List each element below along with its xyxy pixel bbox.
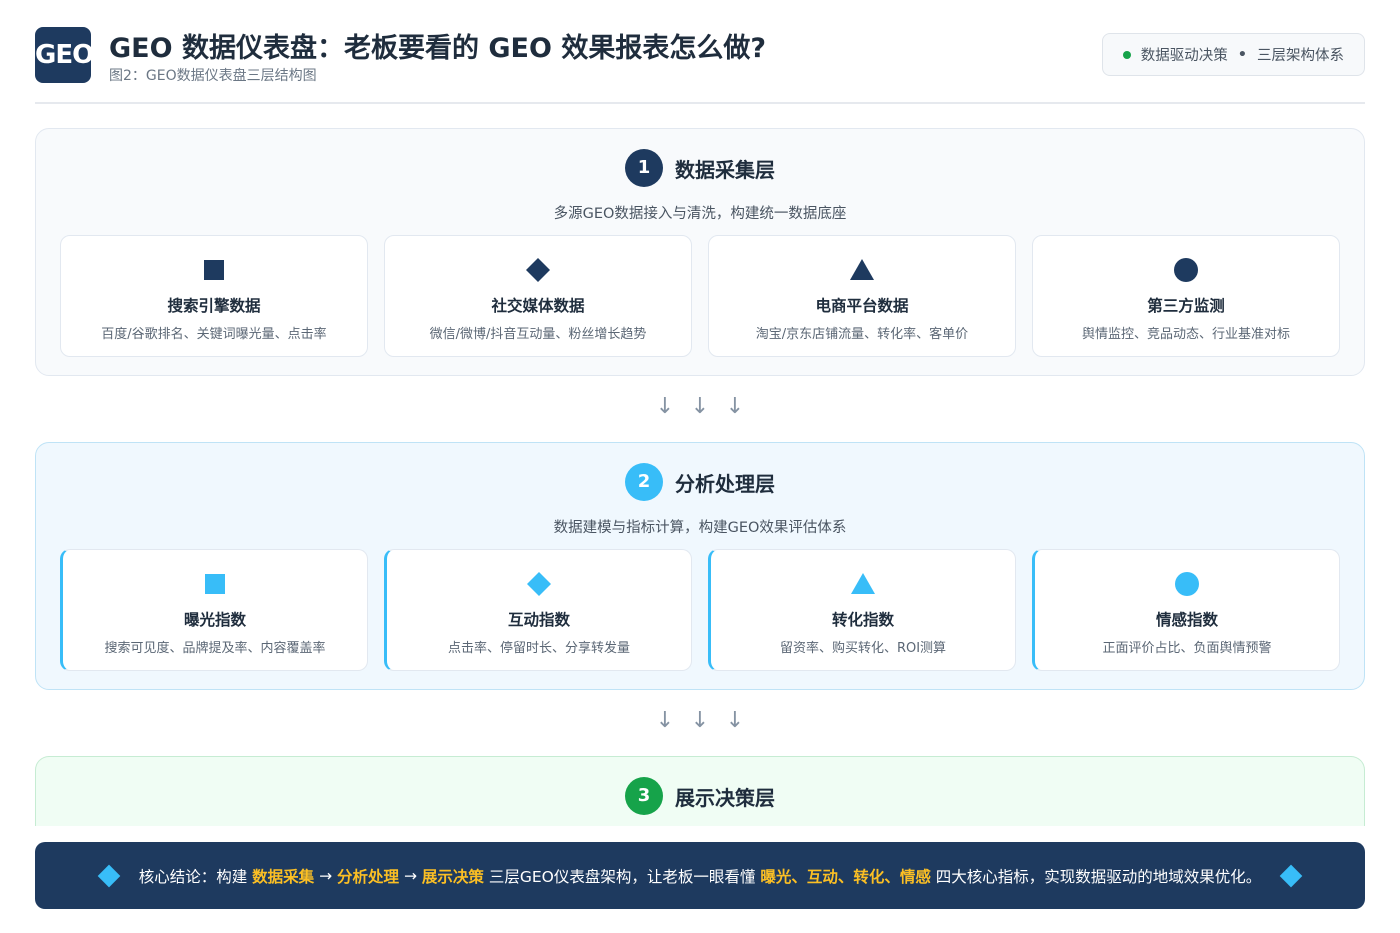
conclusion-step-analysis: 分析处理 xyxy=(337,867,400,886)
square-icon xyxy=(204,260,224,280)
conclusion-suffix: 四大核心指标，实现数据驱动的地域效果优化。 xyxy=(935,867,1262,886)
card-description: 搜索可见度、品牌提及率、内容覆盖率 xyxy=(104,641,326,656)
diamond-icon xyxy=(527,572,551,596)
down-arrow-icon: ↓ xyxy=(690,394,710,419)
down-arrow-icon: ↓ xyxy=(725,394,745,419)
layer-data-collection: 1 数据采集层 多源GEO数据接入与清洗，构建统一数据底座 搜索引擎数据 百度/… xyxy=(35,128,1365,376)
badge-right-text: 三层架构体系 xyxy=(1257,48,1344,64)
down-arrow-icon: ↓ xyxy=(655,394,675,419)
conclusion-banner: 核心结论：构建 数据采集 → 分析处理 → 展示决策 三层GEO仪表盘架构，让老… xyxy=(35,842,1365,909)
card-social-media-data: 社交媒体数据 微信/微博/抖音互动量、粉丝增长趋势 xyxy=(384,235,692,357)
flow-arrows: ↓ ↓ ↓ xyxy=(0,394,1400,419)
page-subtitle: 图2：GEO数据仪表盘三层结构图 xyxy=(109,68,317,84)
card-title: 电商平台数据 xyxy=(815,297,909,315)
arrow-right-icon: → xyxy=(403,866,417,885)
conclusion-step-display: 展示决策 xyxy=(421,867,484,886)
circle-icon xyxy=(1174,258,1198,282)
layer-title: 展示决策层 xyxy=(675,785,775,810)
card-title: 情感指数 xyxy=(1155,611,1218,629)
triangle-icon xyxy=(850,259,874,280)
layer-header: 2 分析处理层 xyxy=(36,463,1364,501)
circle-icon xyxy=(1175,572,1199,596)
down-arrow-icon: ↓ xyxy=(690,708,710,733)
card-description: 点击率、停留时长、分享转发量 xyxy=(447,641,630,656)
layer-number-badge: 1 xyxy=(625,149,663,187)
card-description: 舆情监控、竞品动态、行业基准对标 xyxy=(1081,327,1290,342)
square-icon xyxy=(205,574,225,594)
layer-number-badge: 3 xyxy=(625,777,663,815)
layer-analysis-processing: 2 分析处理层 数据建模与指标计算，构建GEO效果评估体系 曝光指数 搜索可见度… xyxy=(35,442,1365,690)
layer-number-badge: 2 xyxy=(625,463,663,501)
card-search-engine-data: 搜索引擎数据 百度/谷歌排名、关键词曝光量、点击率 xyxy=(60,235,368,357)
layer-title: 分析处理层 xyxy=(675,471,775,496)
arrow-right-icon: → xyxy=(319,866,333,885)
diamond-icon xyxy=(1279,864,1303,887)
card-exposure-index: 曝光指数 搜索可见度、品牌提及率、内容覆盖率 xyxy=(60,549,368,671)
layer-display-decision: 3 展示决策层 xyxy=(35,756,1365,826)
conclusion-metrics: 曝光、互动、转化、情感 xyxy=(760,867,931,886)
badge-separator: • xyxy=(1237,46,1247,63)
card-title: 曝光指数 xyxy=(183,611,246,629)
down-arrow-icon: ↓ xyxy=(725,708,745,733)
conclusion-step-collection: 数据采集 xyxy=(252,867,315,886)
card-description: 淘宝/京东店铺流量、转化率、客单价 xyxy=(755,327,969,342)
card-ecommerce-data: 电商平台数据 淘宝/京东店铺流量、转化率、客单价 xyxy=(708,235,1016,357)
page-title: GEO 数据仪表盘：老板要看的 GEO 效果报表怎么做? xyxy=(109,33,766,64)
layer-cards: 搜索引擎数据 百度/谷歌排名、关键词曝光量、点击率 社交媒体数据 微信/微博/抖… xyxy=(60,235,1340,357)
conclusion-prefix: 核心结论：构建 xyxy=(138,867,248,886)
diamond-icon xyxy=(97,864,121,887)
card-title: 转化指数 xyxy=(831,611,894,629)
card-description: 百度/谷歌排名、关键词曝光量、点击率 xyxy=(101,327,327,342)
card-title: 第三方监测 xyxy=(1147,297,1225,315)
layer-title: 数据采集层 xyxy=(675,157,775,182)
card-description: 留资率、购买转化、ROI测算 xyxy=(779,641,947,656)
card-title: 互动指数 xyxy=(507,611,570,629)
card-description: 微信/微博/抖音互动量、粉丝增长趋势 xyxy=(429,327,647,342)
down-arrow-icon: ↓ xyxy=(655,708,675,733)
card-sentiment-index: 情感指数 正面评价占比、负面舆情预警 xyxy=(1032,549,1340,671)
flow-arrows: ↓ ↓ ↓ xyxy=(0,708,1400,733)
geo-logo: GEO xyxy=(35,27,91,83)
card-description: 正面评价占比、负面舆情预警 xyxy=(1102,641,1272,656)
badge-left-text: 数据驱动决策 xyxy=(1140,48,1228,64)
card-title: 社交媒体数据 xyxy=(491,297,585,315)
layer-header: 1 数据采集层 xyxy=(36,149,1364,187)
card-conversion-index: 转化指数 留资率、购买转化、ROI测算 xyxy=(708,549,1016,671)
triangle-icon xyxy=(851,573,875,594)
status-dot-icon xyxy=(1122,50,1131,59)
layer-cards: 曝光指数 搜索可见度、品牌提及率、内容覆盖率 互动指数 点击率、停留时长、分享转… xyxy=(60,549,1340,671)
header-badge: 数据驱动决策 • 三层架构体系 xyxy=(1101,33,1365,76)
layer-description: 多源GEO数据接入与清洗，构建统一数据底座 xyxy=(553,206,847,222)
layer-header: 3 展示决策层 xyxy=(36,777,1364,815)
card-title: 搜索引擎数据 xyxy=(167,297,261,315)
card-third-party-monitoring: 第三方监测 舆情监控、竞品动态、行业基准对标 xyxy=(1032,235,1340,357)
diamond-icon xyxy=(526,258,550,282)
layer-description: 数据建模与指标计算，构建GEO效果评估体系 xyxy=(553,520,847,536)
card-interaction-index: 互动指数 点击率、停留时长、分享转发量 xyxy=(384,549,692,671)
page-header: GEO GEO 数据仪表盘：老板要看的 GEO 效果报表怎么做? 图2：GEO数… xyxy=(35,26,1365,104)
conclusion-middle: 三层GEO仪表盘架构，让老板一眼看懂 xyxy=(488,867,756,886)
